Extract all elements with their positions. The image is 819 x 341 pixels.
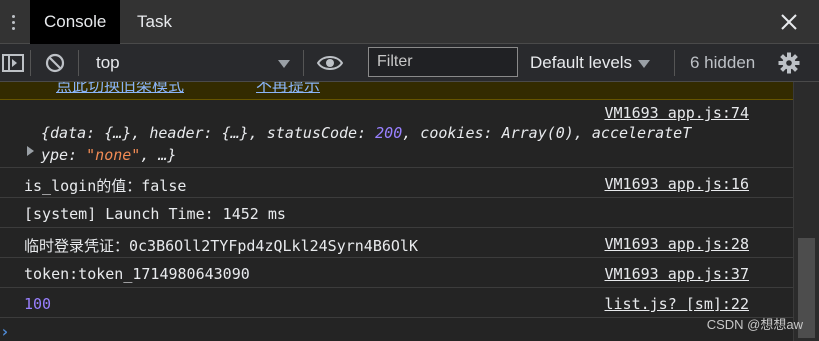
tab-console[interactable]: Console — [30, 0, 120, 44]
warning-message: 点此切换旧架模式 不再提示 — [0, 82, 793, 100]
console-prompt[interactable]: › — [0, 319, 793, 341]
toolbar-divider — [303, 50, 304, 76]
vertical-scrollbar[interactable] — [793, 82, 819, 341]
console-output[interactable]: 点此切换旧架模式 不再提示 VM1693 app.js:74 {data: {…… — [0, 82, 793, 341]
log-levels-label: Default levels — [530, 53, 633, 72]
more-menu-icon[interactable] — [2, 6, 24, 38]
object-preview-line: ype: "none", …} — [41, 146, 176, 164]
filter-input[interactable] — [368, 47, 518, 77]
toolbar-divider — [78, 50, 79, 76]
clear-console-icon[interactable] — [44, 52, 66, 74]
object-preview-line: {data: {…}, header: {…}, statusCode: 200… — [41, 124, 691, 142]
object-preview-text: {data: {…}, header: {…}, statusCode: — [41, 124, 376, 142]
close-icon[interactable] — [779, 12, 799, 32]
warning-link[interactable]: 点此切换旧架模式 — [56, 82, 184, 96]
object-preview-text: , …} — [140, 146, 177, 164]
eye-icon[interactable] — [317, 52, 343, 74]
message-number: 100 — [24, 295, 52, 313]
gear-icon[interactable] — [778, 52, 800, 74]
warning-link[interactable]: 不再提示 — [256, 82, 320, 96]
devtools-panel: Console Task top Default leve — [0, 0, 819, 341]
prompt-chevron-icon: › — [0, 322, 10, 341]
chevron-down-icon — [638, 60, 651, 68]
source-link[interactable]: VM1693 app.js:37 — [605, 265, 750, 283]
source-link[interactable]: VM1693 app.js:16 — [605, 175, 750, 193]
object-preview-text: , cookies: Array(0), accelerateT — [402, 124, 692, 142]
console-message: 100 list.js? [sm]:22 — [0, 288, 793, 318]
log-levels-dropdown[interactable]: Default levels — [530, 48, 652, 78]
context-selector[interactable]: top — [86, 48, 296, 78]
object-preview-text: ype: — [41, 146, 87, 164]
expand-triangle-icon[interactable] — [27, 146, 34, 156]
context-value: top — [96, 53, 120, 72]
object-preview-string: "none" — [86, 146, 141, 164]
console-message: [system] Launch Time: 1452 ms — [0, 198, 793, 228]
tab-bar: Console Task — [0, 0, 819, 44]
message-text: token:token_1714980643090 — [24, 265, 250, 283]
tab-task[interactable]: Task — [137, 0, 172, 44]
console-message: is_login的值：false VM1693 app.js:16 — [0, 168, 793, 198]
chevron-down-icon — [278, 60, 290, 68]
console-message: token:token_1714980643090 VM1693 app.js:… — [0, 258, 793, 288]
toolbar-divider — [674, 50, 675, 76]
toolbar-divider — [30, 50, 31, 76]
object-preview-number: 200 — [375, 124, 403, 142]
console-toolbar: top Default levels 6 hidden — [0, 44, 819, 82]
source-link[interactable]: VM1693 app.js:28 — [605, 235, 750, 253]
source-link[interactable]: VM1693 app.js:74 — [605, 104, 750, 122]
source-link[interactable]: list.js? [sm]:22 — [605, 295, 750, 313]
console-message: VM1693 app.js:74 {data: {…}, header: {…}… — [0, 100, 793, 168]
sidebar-toggle-icon[interactable] — [2, 52, 24, 74]
message-text: 临时登录凭证：0c3B6Oll2TYFpd4zQLkl24Syrn4B6OlK — [24, 237, 418, 255]
console-message: 临时登录凭证：0c3B6Oll2TYFpd4zQLkl24Syrn4B6OlK … — [0, 228, 793, 258]
message-text: is_login的值：false — [24, 177, 187, 195]
watermark: CSDN @想想aw — [706, 317, 803, 332]
message-text: [system] Launch Time: 1452 ms — [24, 205, 286, 223]
hidden-count: 6 hidden — [690, 53, 756, 72]
